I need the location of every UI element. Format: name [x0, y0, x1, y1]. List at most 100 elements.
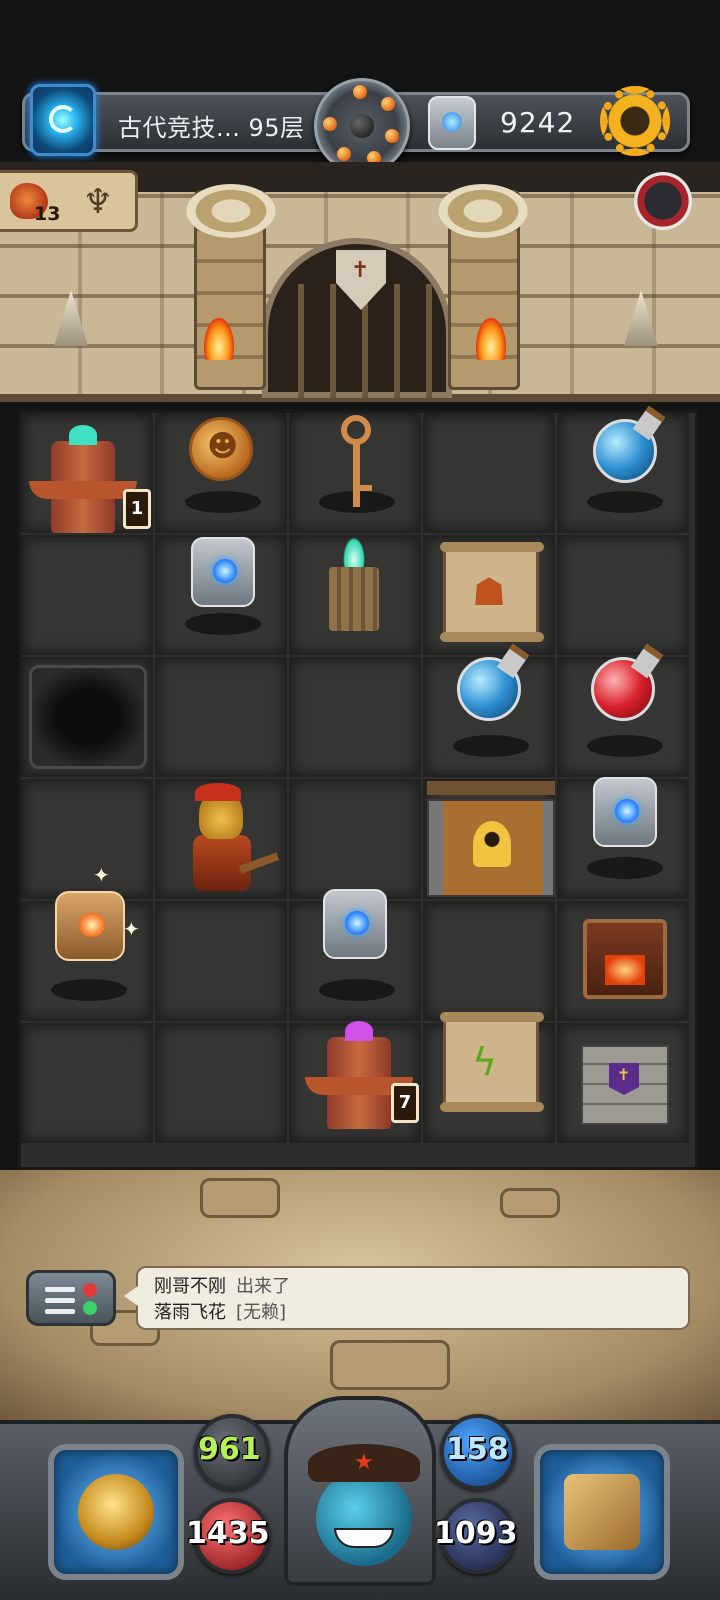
- forge-shrine-icon[interactable]: [573, 905, 677, 1001]
- floor-shadow: [185, 613, 261, 635]
- hero-crest: [195, 783, 241, 801]
- fire-rune-stone-icon[interactable]: [55, 891, 125, 961]
- attack-value: 961: [198, 1432, 261, 1467]
- red-potion-icon[interactable]: [591, 643, 664, 721]
- board-cell[interactable]: 7: [289, 1021, 421, 1143]
- sparkle-icon: ✦: [93, 863, 110, 887]
- dragon-scroll-icon[interactable]: ☗: [440, 542, 544, 642]
- key-ring: [341, 415, 371, 445]
- equipment-button[interactable]: [48, 1444, 184, 1580]
- board-cell[interactable]: [21, 657, 153, 777]
- board-cell[interactable]: [155, 779, 287, 899]
- board-cell[interactable]: [21, 535, 153, 655]
- board-cell[interactable]: [557, 643, 689, 777]
- chat-icon-line: [45, 1287, 75, 1292]
- board-cell[interactable]: [557, 1023, 689, 1143]
- chat-icon-line: [45, 1309, 75, 1314]
- castle-gate-icon[interactable]: [575, 1027, 675, 1127]
- board-cell[interactable]: [155, 1023, 287, 1143]
- altar-icon[interactable]: [321, 537, 387, 633]
- floor-shadow: [453, 735, 529, 757]
- key-icon[interactable]: [341, 415, 372, 511]
- board-cell[interactable]: [557, 405, 689, 533]
- floor-shadow: [185, 491, 261, 513]
- board-cell[interactable]: [423, 643, 555, 777]
- blue-potion-icon[interactable]: [457, 643, 530, 721]
- sparkle-icon: ✦: [123, 917, 140, 941]
- board-cell[interactable]: [155, 413, 287, 533]
- rock: [330, 1340, 450, 1390]
- board-cell[interactable]: [155, 901, 287, 1021]
- board-cell[interactable]: ✦ ✦: [21, 863, 153, 1021]
- chat-message: 落雨飞花 [无赖]: [154, 1300, 672, 1326]
- board-cell[interactable]: [423, 779, 555, 899]
- totem-enemy[interactable]: [305, 1021, 413, 1129]
- totem-enemy[interactable]: [29, 425, 137, 533]
- board-cell[interactable]: [21, 1023, 153, 1143]
- board-cell[interactable]: [289, 889, 421, 1021]
- keyhole-lock-icon: [473, 821, 511, 867]
- chat-icon[interactable]: [26, 1270, 116, 1326]
- altar-flame: [343, 537, 365, 569]
- key-shaft: [353, 443, 360, 507]
- pillar-cap: [186, 184, 276, 238]
- hero-portrait[interactable]: ★: [284, 1396, 436, 1586]
- bomb-slot: [353, 85, 367, 99]
- board-cell[interactable]: [289, 535, 421, 655]
- board-cell[interactable]: 1: [21, 413, 153, 533]
- gate-bar: [330, 284, 336, 398]
- board-cell[interactable]: [289, 779, 421, 899]
- board-cell[interactable]: [21, 779, 153, 899]
- hourglass-counter: 7: [391, 1083, 419, 1123]
- lightning-scroll-icon[interactable]: ϟ: [440, 1012, 544, 1112]
- chat-icon-dot: [83, 1301, 97, 1315]
- portal-icon[interactable]: [30, 84, 96, 156]
- bomb-slot: [337, 147, 351, 161]
- chat-bubble[interactable]: 刚哥不刚 出来了 落雨飞花 [无赖]: [124, 1266, 690, 1330]
- chat-sender: 刚哥不刚: [154, 1276, 226, 1297]
- floor-shadow: [587, 735, 663, 757]
- blue-rune-stone-icon[interactable]: [323, 889, 387, 959]
- quest-panel[interactable]: 13 ♆: [0, 170, 138, 232]
- boss-portrait-icon[interactable]: [634, 172, 692, 230]
- gold-coin-icon[interactable]: [189, 417, 253, 481]
- hero-face: [316, 1470, 412, 1566]
- board-cell[interactable]: [423, 413, 555, 533]
- chat-sender: 落雨飞花: [154, 1302, 226, 1323]
- defense-value: 158: [446, 1432, 509, 1467]
- lightning-emblem-icon: ϟ: [472, 1040, 498, 1084]
- board-cell[interactable]: [155, 657, 287, 777]
- board-cell[interactable]: [557, 777, 689, 899]
- bomb-dial-icon[interactable]: [314, 78, 410, 174]
- settings-gear-icon[interactable]: [600, 86, 670, 156]
- altar-base: [329, 567, 379, 631]
- chat-text: [无赖]: [236, 1302, 287, 1323]
- bomb-slot: [323, 117, 337, 131]
- blue-rune-stone-icon[interactable]: [191, 537, 255, 607]
- locked-door-icon[interactable]: [427, 781, 555, 897]
- blue-potion-icon[interactable]: [593, 405, 666, 483]
- board-cell[interactable]: [155, 535, 287, 655]
- inventory-button[interactable]: [534, 1444, 670, 1580]
- pit-hole[interactable]: [29, 665, 147, 769]
- board-cell[interactable]: [289, 413, 421, 533]
- torch-flame-icon: [204, 318, 234, 360]
- board-cell[interactable]: ☗: [423, 535, 555, 655]
- key-tooth: [358, 485, 372, 491]
- chat-icon-line: [45, 1298, 75, 1303]
- floor-label[interactable]: 古代竞技... 95层: [118, 108, 305, 143]
- chat-text: 出来了: [236, 1276, 290, 1297]
- floor-shadow: [587, 491, 663, 513]
- chat-icon-dot: [83, 1283, 97, 1297]
- board-cell[interactable]: ϟ: [423, 1012, 555, 1143]
- blue-rune-stone-icon[interactable]: [593, 777, 657, 847]
- currency-value: 9242: [500, 106, 576, 139]
- bomb-icon: [350, 114, 374, 138]
- board-cell[interactable]: [423, 901, 555, 1021]
- board-cell[interactable]: [557, 901, 689, 1021]
- board-cell[interactable]: [557, 535, 689, 655]
- pillar-cap: [438, 184, 528, 238]
- board-cell[interactable]: [289, 657, 421, 777]
- rune-stone-currency-icon: [428, 96, 476, 150]
- spartan-hero-character[interactable]: [175, 783, 280, 899]
